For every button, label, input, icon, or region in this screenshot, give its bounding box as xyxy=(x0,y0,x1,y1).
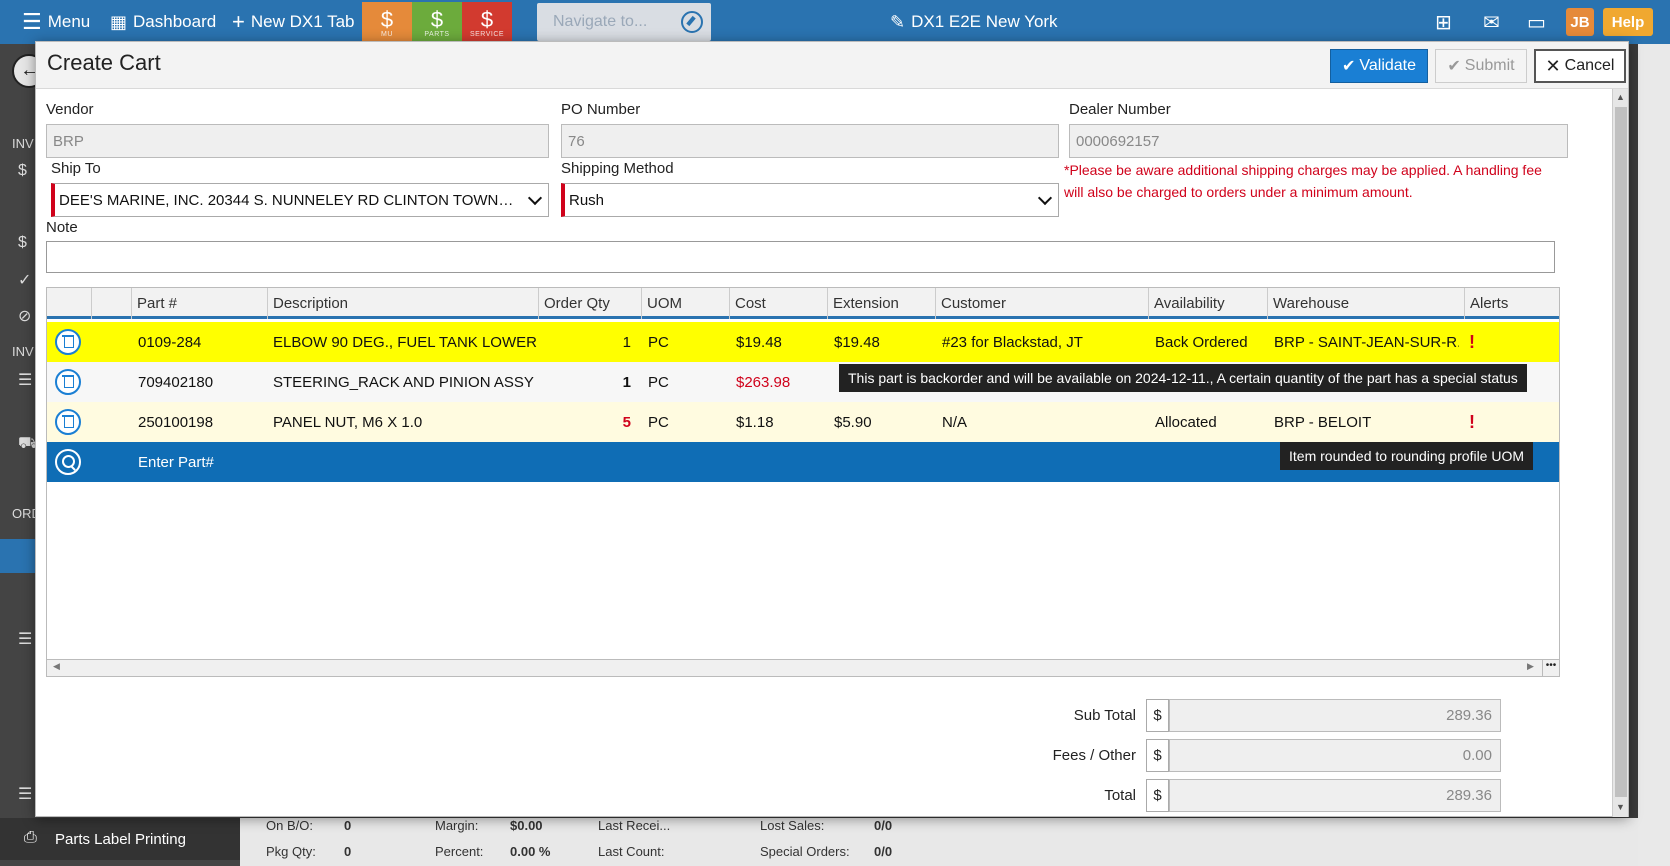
list-icon: ☰ xyxy=(18,786,33,803)
scroll-up-icon[interactable]: ▲ xyxy=(1616,92,1625,102)
more-icon[interactable]: ••• xyxy=(1542,660,1559,676)
cart-grid: Part # Description Order Qty UOM Cost Ex… xyxy=(46,287,1560,660)
org-chart-icon[interactable]: ⊞ xyxy=(1435,0,1452,44)
rounding-tooltip: Item rounded to rounding profile UOM xyxy=(1280,442,1534,470)
scroll-down-icon[interactable]: ▼ xyxy=(1616,802,1625,812)
col-cost[interactable]: Cost xyxy=(730,288,828,319)
dollar-plus-icon: $ xyxy=(480,6,494,32)
table-row[interactable]: 250100198 PANEL NUT, M6 X 1.0 5 PC $1.18… xyxy=(47,402,1559,442)
vendor-field: BRP xyxy=(46,124,549,158)
col-part[interactable]: Part # xyxy=(132,288,268,319)
submit-button[interactable]: ✔ Submit xyxy=(1435,49,1527,83)
search-icon[interactable] xyxy=(55,449,81,475)
grid-header: Part # Description Order Qty UOM Cost Ex… xyxy=(47,288,1559,319)
sidebar-item-parts-label-printing[interactable]: ⎙ Parts Label Printing xyxy=(0,818,240,860)
horizontal-scrollbar[interactable]: ◀ ▶ ••• xyxy=(46,660,1560,677)
chevron-down-icon xyxy=(1037,190,1053,206)
new-tab-button[interactable]: + New DX1 Tab xyxy=(232,0,355,44)
store-name[interactable]: ✎ DX1 E2E New York xyxy=(890,0,1058,44)
chat-icon[interactable]: ▭ xyxy=(1527,0,1546,44)
active-sidebar-item xyxy=(0,539,36,573)
dashboard-button[interactable]: ▦ Dashboard xyxy=(110,0,216,44)
service-tile[interactable]: $ SERVICE xyxy=(462,2,512,42)
col-extension[interactable]: Extension xyxy=(828,288,936,319)
dialog-header: Create Cart ✔ Validate ✔ Submit ✕ Cancel xyxy=(36,42,1628,89)
dealer-number-field: 0000692157 xyxy=(1069,124,1568,158)
grid-icon: ▦ xyxy=(110,11,128,32)
scroll-thumb[interactable] xyxy=(1615,107,1627,797)
chevron-down-icon xyxy=(527,190,543,206)
trash-icon[interactable] xyxy=(55,369,81,395)
compass-icon[interactable] xyxy=(681,11,703,33)
plus-icon: + xyxy=(232,9,245,34)
fees-field: 0.00 xyxy=(1169,739,1501,772)
shipping-method-select[interactable]: Rush xyxy=(561,183,1059,217)
total-field: 289.36 xyxy=(1169,779,1501,812)
check-icon: ✔ xyxy=(1447,58,1461,75)
help-button[interactable]: Help xyxy=(1603,8,1653,36)
col-availability[interactable]: Availability xyxy=(1149,288,1268,319)
note-input[interactable] xyxy=(46,241,1555,273)
dollar-plus-icon: $ xyxy=(380,6,394,32)
col-customer[interactable]: Customer xyxy=(936,288,1149,319)
navigate-input[interactable]: Navigate to... xyxy=(537,3,711,41)
validate-button[interactable]: ✔ Validate xyxy=(1330,49,1428,83)
dialog-body: Vendor BRP PO Number 76 Dealer Number 00… xyxy=(36,89,1612,817)
backorder-tooltip: This part is backorder and will be avail… xyxy=(839,364,1527,392)
scroll-right-icon[interactable]: ▶ xyxy=(1527,661,1534,672)
col-uom[interactable]: UOM xyxy=(642,288,730,319)
alert-icon[interactable]: ! xyxy=(1469,322,1475,362)
po-number-field: 76 xyxy=(561,124,1059,158)
subtotal-field: 289.36 xyxy=(1169,699,1501,732)
dollar-icon: $ xyxy=(18,234,27,251)
mu-tile[interactable]: $ MU xyxy=(362,2,412,42)
scroll-left-icon[interactable]: ◀ xyxy=(53,661,60,672)
col-warehouse[interactable]: Warehouse xyxy=(1268,288,1465,319)
cancel-button[interactable]: ✕ Cancel xyxy=(1534,49,1626,83)
check-icon: ✔ xyxy=(1341,58,1356,75)
dollar-plus-icon: $ xyxy=(430,6,444,32)
create-cart-dialog: Create Cart ✔ Validate ✔ Submit ✕ Cancel… xyxy=(35,41,1629,817)
mail-icon[interactable]: ✉ xyxy=(1483,0,1500,44)
check-icon: ✓ xyxy=(18,272,32,289)
list-icon: ☰ xyxy=(18,631,33,648)
dialog-title: Create Cart xyxy=(47,50,161,75)
trash-icon[interactable] xyxy=(55,409,81,435)
menu-button[interactable]: ☰ Menu xyxy=(22,0,90,44)
ship-to-select[interactable]: DEE'S MARINE, INC. 20344 S. NUNNELEY RD … xyxy=(51,183,549,217)
dollar-icon: $ xyxy=(18,162,27,179)
col-order-qty[interactable]: Order Qty xyxy=(539,288,642,319)
vertical-scrollbar[interactable]: ▲ ▼ xyxy=(1612,89,1628,817)
pencil-icon: ✎ xyxy=(890,11,906,32)
user-avatar[interactable]: JB xyxy=(1566,8,1594,36)
trash-icon[interactable] xyxy=(55,329,81,355)
background-right-strip xyxy=(1638,44,1670,866)
parts-tile[interactable]: $ PARTS xyxy=(412,2,462,42)
background-stats: On B/O: 0 Pkg Qty: 0 Margin: $0.00 Perce… xyxy=(240,818,1660,866)
alert-icon[interactable]: ! xyxy=(1469,402,1475,442)
printer-icon: ⎙ xyxy=(24,829,37,846)
table-row[interactable]: 0109-284 ELBOW 90 DEG., FUEL TANK LOWER … xyxy=(47,322,1559,362)
slash-icon: ⊘ xyxy=(18,308,32,325)
hamburger-icon: ☰ xyxy=(22,9,42,34)
col-description[interactable]: Description xyxy=(268,288,539,319)
shipping-warning: *Please be aware additional shipping cha… xyxy=(1064,162,1542,200)
col-alerts[interactable]: Alerts xyxy=(1465,288,1559,319)
enter-part-input[interactable]: Enter Part# xyxy=(138,442,214,482)
top-bar: ☰ Menu ▦ Dashboard + New DX1 Tab $ MU $ … xyxy=(0,0,1670,44)
list-icon: ☰ xyxy=(18,372,33,389)
close-icon: ✕ xyxy=(1545,55,1561,76)
